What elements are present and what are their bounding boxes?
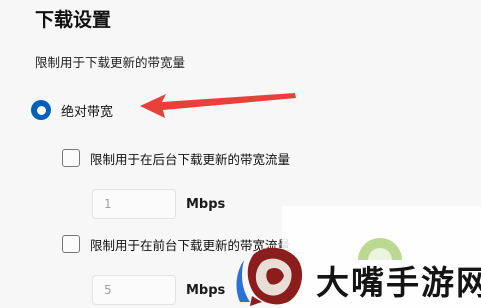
background-limit-checkbox[interactable] [62,149,80,167]
radio-selected-dot [36,105,46,115]
absolute-bandwidth-radio-row[interactable]: 绝对带宽 [31,98,113,122]
foreground-unit-label: Mbps [186,283,226,298]
red-arrow-icon [140,93,296,118]
absolute-bandwidth-label: 绝对带宽 [61,104,114,120]
foreground-bandwidth-input[interactable]: 5 [92,275,176,305]
background-limit-label: 限制用于在后台下载更新的带宽流量 [90,151,291,167]
foreground-limit-checkbox[interactable] [62,235,80,253]
background-unit-label: Mbps [186,197,226,212]
dazui-logo-icon [236,247,303,306]
background-limit-checkbox-row[interactable]: 限制用于在后台下载更新的带宽流量 [62,147,290,169]
watermark: 大嘴手游网 [232,206,481,308]
absolute-bandwidth-radio[interactable] [31,100,51,120]
page-title: 下载设置 [35,9,112,31]
section-subtitle: 限制用于下载更新的带宽量 [35,55,186,70]
watermark-brand: 大嘴手游网 [316,263,481,302]
download-settings-page: 下载设置 限制用于下载更新的带宽量 绝对带宽 限制用于在后台下载更新的带宽流量 … [0,0,481,308]
background-bandwidth-input[interactable]: 1 [92,189,176,219]
